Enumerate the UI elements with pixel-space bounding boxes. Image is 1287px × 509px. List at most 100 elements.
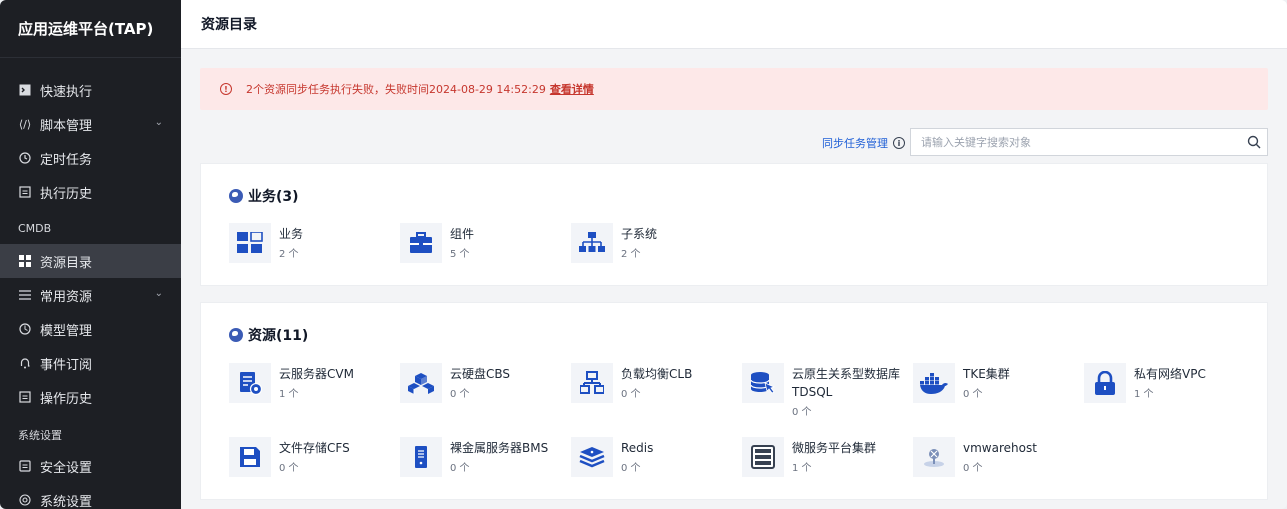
catalog-item-redis[interactable]: Redis 0 个 (571, 437, 736, 479)
clock-icon (18, 151, 32, 165)
catalog-item-vpc[interactable]: 私有网络VPC 1 个 (1084, 363, 1249, 405)
catalog-item-component[interactable]: 组件 5 个 (400, 223, 565, 265)
catalog-item-tdsql[interactable]: 云原生关系型数据库TDSQL 0 个 (742, 363, 907, 423)
item-count: 0 个 (450, 389, 470, 400)
shield-icon (18, 459, 32, 473)
catalog-item-bms[interactable]: 裸金属服务器BMS 0 个 (400, 437, 565, 479)
item-name: 裸金属服务器BMS (450, 441, 549, 455)
redis-icon (571, 437, 613, 477)
catalog-item-clb[interactable]: 负载均衡CLB 0 个 (571, 363, 736, 405)
catalog-item-cvm[interactable]: 云服务器CVM 1 个 (229, 363, 394, 405)
item-name: 微服务平台集群 (792, 441, 877, 455)
sidebar-item-label: 资源目录 (40, 255, 93, 271)
item-count: 1 个 (1134, 389, 1154, 400)
item-name: vmwarehost (963, 441, 1037, 455)
sidebar: 应用运维平台(TAP) 快速执行 ⟨/⟩ 脚本管理 ⌄ 定时任务 执行历史 CM… (0, 0, 181, 509)
item-name: 业务 (279, 227, 304, 241)
item-count: 2 个 (621, 249, 641, 260)
item-name: Redis (621, 441, 654, 455)
item-name: 云硬盘CBS (450, 367, 511, 381)
sidebar-item-op-history[interactable]: 操作历史 (0, 380, 181, 414)
sidebar-item-label: 操作历史 (40, 391, 93, 407)
sidebar-item-label: 执行历史 (40, 186, 93, 202)
item-count: 2 个 (279, 249, 299, 260)
section-title-text: 资源(11) (248, 328, 309, 344)
org-tree-icon (571, 223, 613, 263)
section-title: 资源(11) (229, 325, 308, 345)
chevron-down-icon: ⌄ (154, 288, 163, 299)
business-grid-icon (229, 223, 271, 263)
page-title: 资源目录 (181, 0, 1287, 49)
search-input[interactable] (921, 135, 1241, 149)
item-name: 云原生关系型数据库TDSQL (792, 367, 901, 399)
sidebar-item-resource-catalog[interactable]: 资源目录 (0, 244, 181, 278)
search-icon[interactable] (1241, 135, 1267, 149)
sidebar-item-system-settings[interactable]: 系统设置 (0, 483, 181, 509)
item-count: 0 个 (621, 463, 641, 474)
terminal-icon (18, 83, 32, 97)
vmware-icon (913, 437, 955, 477)
catalog-item-tke[interactable]: TKE集群 0 个 (913, 363, 1078, 405)
item-count: 1 个 (279, 389, 299, 400)
toolbox-icon (400, 223, 442, 263)
item-count: 1 个 (792, 463, 812, 474)
catalog-item-subsystem[interactable]: 子系统 2 个 (571, 223, 736, 265)
history-icon (18, 390, 32, 404)
search-box (910, 128, 1268, 156)
catalog-item-cbs[interactable]: 云硬盘CBS 0 个 (400, 363, 565, 405)
server-icon (400, 437, 442, 477)
item-count: 0 个 (792, 407, 812, 418)
sidebar-item-label: 脚本管理 (40, 118, 93, 134)
list-icon (18, 288, 32, 302)
sidebar-item-model-mgmt[interactable]: 模型管理 (0, 312, 181, 346)
sidebar-item-label: 定时任务 (40, 152, 93, 168)
item-name: TKE集群 (963, 367, 1010, 381)
chevron-down-icon: ⌄ (154, 117, 163, 128)
lock-icon (1084, 363, 1126, 403)
resources-section: 资源(11) 云服务器CVM 1 个 云硬盘CBS 0 个 负载均衡CLB 0 个 (200, 302, 1268, 500)
catalog-item-tsf[interactable]: 微服务平台集群 1 个 (742, 437, 907, 479)
section-title-text: 业务(3) (248, 189, 299, 205)
cvm-icon (229, 363, 271, 403)
business-section: 业务(3) 业务 2 个 组件 5 个 子系统 2 个 (200, 163, 1268, 286)
item-name: 云服务器CVM (279, 367, 354, 381)
sync-task-mgmt-link[interactable]: 同步任务管理 i (822, 135, 905, 151)
item-count: 0 个 (279, 463, 299, 474)
sidebar-item-scripts[interactable]: ⟨/⟩ 脚本管理 ⌄ (0, 107, 181, 141)
sidebar-item-exec-history[interactable]: 执行历史 (0, 175, 181, 209)
item-count: 5 个 (450, 249, 470, 260)
sync-task-label: 同步任务管理 (822, 137, 888, 150)
sidebar-group-system: 系统设置 (18, 429, 62, 442)
history-icon (18, 185, 32, 199)
cluster-icon (742, 437, 784, 477)
sidebar-item-label: 快速执行 (40, 84, 93, 100)
sync-failure-alert: ! 2个资源同步任务执行失败，失败时间2024-08-29 14:52:29 查… (200, 68, 1268, 110)
save-icon (229, 437, 271, 477)
catalog-item-business[interactable]: 业务 2 个 (229, 223, 394, 265)
item-count: 0 个 (621, 389, 641, 400)
sidebar-item-event-sub[interactable]: 事件订阅 (0, 346, 181, 380)
catalog-item-cfs[interactable]: 文件存储CFS 0 个 (229, 437, 394, 479)
catalog-item-vmwarehost[interactable]: vmwarehost 0 个 (913, 437, 1078, 479)
sidebar-item-quick-exec[interactable]: 快速执行 (0, 73, 181, 107)
alert-message: 2个资源同步任务执行失败，失败时间2024-08-29 14:52:29 (246, 83, 546, 96)
sidebar-item-label: 安全设置 (40, 460, 93, 476)
alert-details-link[interactable]: 查看详情 (550, 81, 594, 97)
item-count: 0 个 (450, 463, 470, 474)
item-name: 组件 (450, 227, 475, 241)
sidebar-item-scheduled[interactable]: 定时任务 (0, 141, 181, 175)
bell-icon (18, 356, 32, 370)
main-content: 资源目录 ! 2个资源同步任务执行失败，失败时间2024-08-29 14:52… (181, 0, 1287, 509)
database-icon (742, 363, 784, 403)
network-icon (571, 363, 613, 403)
sidebar-item-label: 模型管理 (40, 323, 93, 339)
globe-icon (229, 328, 243, 342)
info-icon[interactable]: i (893, 137, 905, 149)
item-count: 0 个 (963, 463, 983, 474)
sidebar-item-common-resources[interactable]: 常用资源 ⌄ (0, 278, 181, 312)
docker-icon (913, 363, 955, 403)
model-icon (18, 322, 32, 336)
section-title: 业务(3) (229, 186, 299, 206)
sidebar-item-label: 常用资源 (40, 289, 93, 305)
sidebar-item-security[interactable]: 安全设置 (0, 449, 181, 483)
